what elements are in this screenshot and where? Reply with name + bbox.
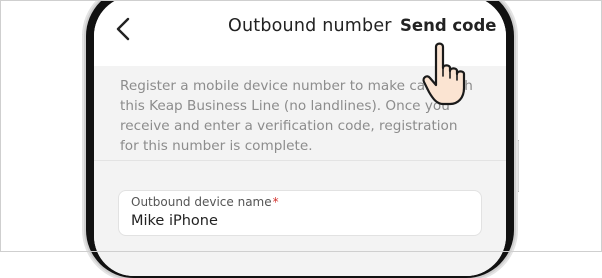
- page-title: Outbound number: [228, 16, 392, 36]
- field-label-text: Outbound device name: [131, 195, 272, 209]
- divider: [94, 160, 506, 161]
- outbound-device-name-field[interactable]: Outbound device name*: [118, 190, 482, 236]
- field-label: Outbound device name*: [131, 195, 279, 209]
- chevron-left-icon: [112, 16, 136, 42]
- back-button[interactable]: [112, 16, 136, 42]
- required-mark: *: [272, 195, 279, 209]
- hand-pointer-icon: [420, 36, 472, 108]
- send-code-button[interactable]: Send code: [400, 16, 497, 35]
- outbound-device-name-input[interactable]: [131, 211, 461, 231]
